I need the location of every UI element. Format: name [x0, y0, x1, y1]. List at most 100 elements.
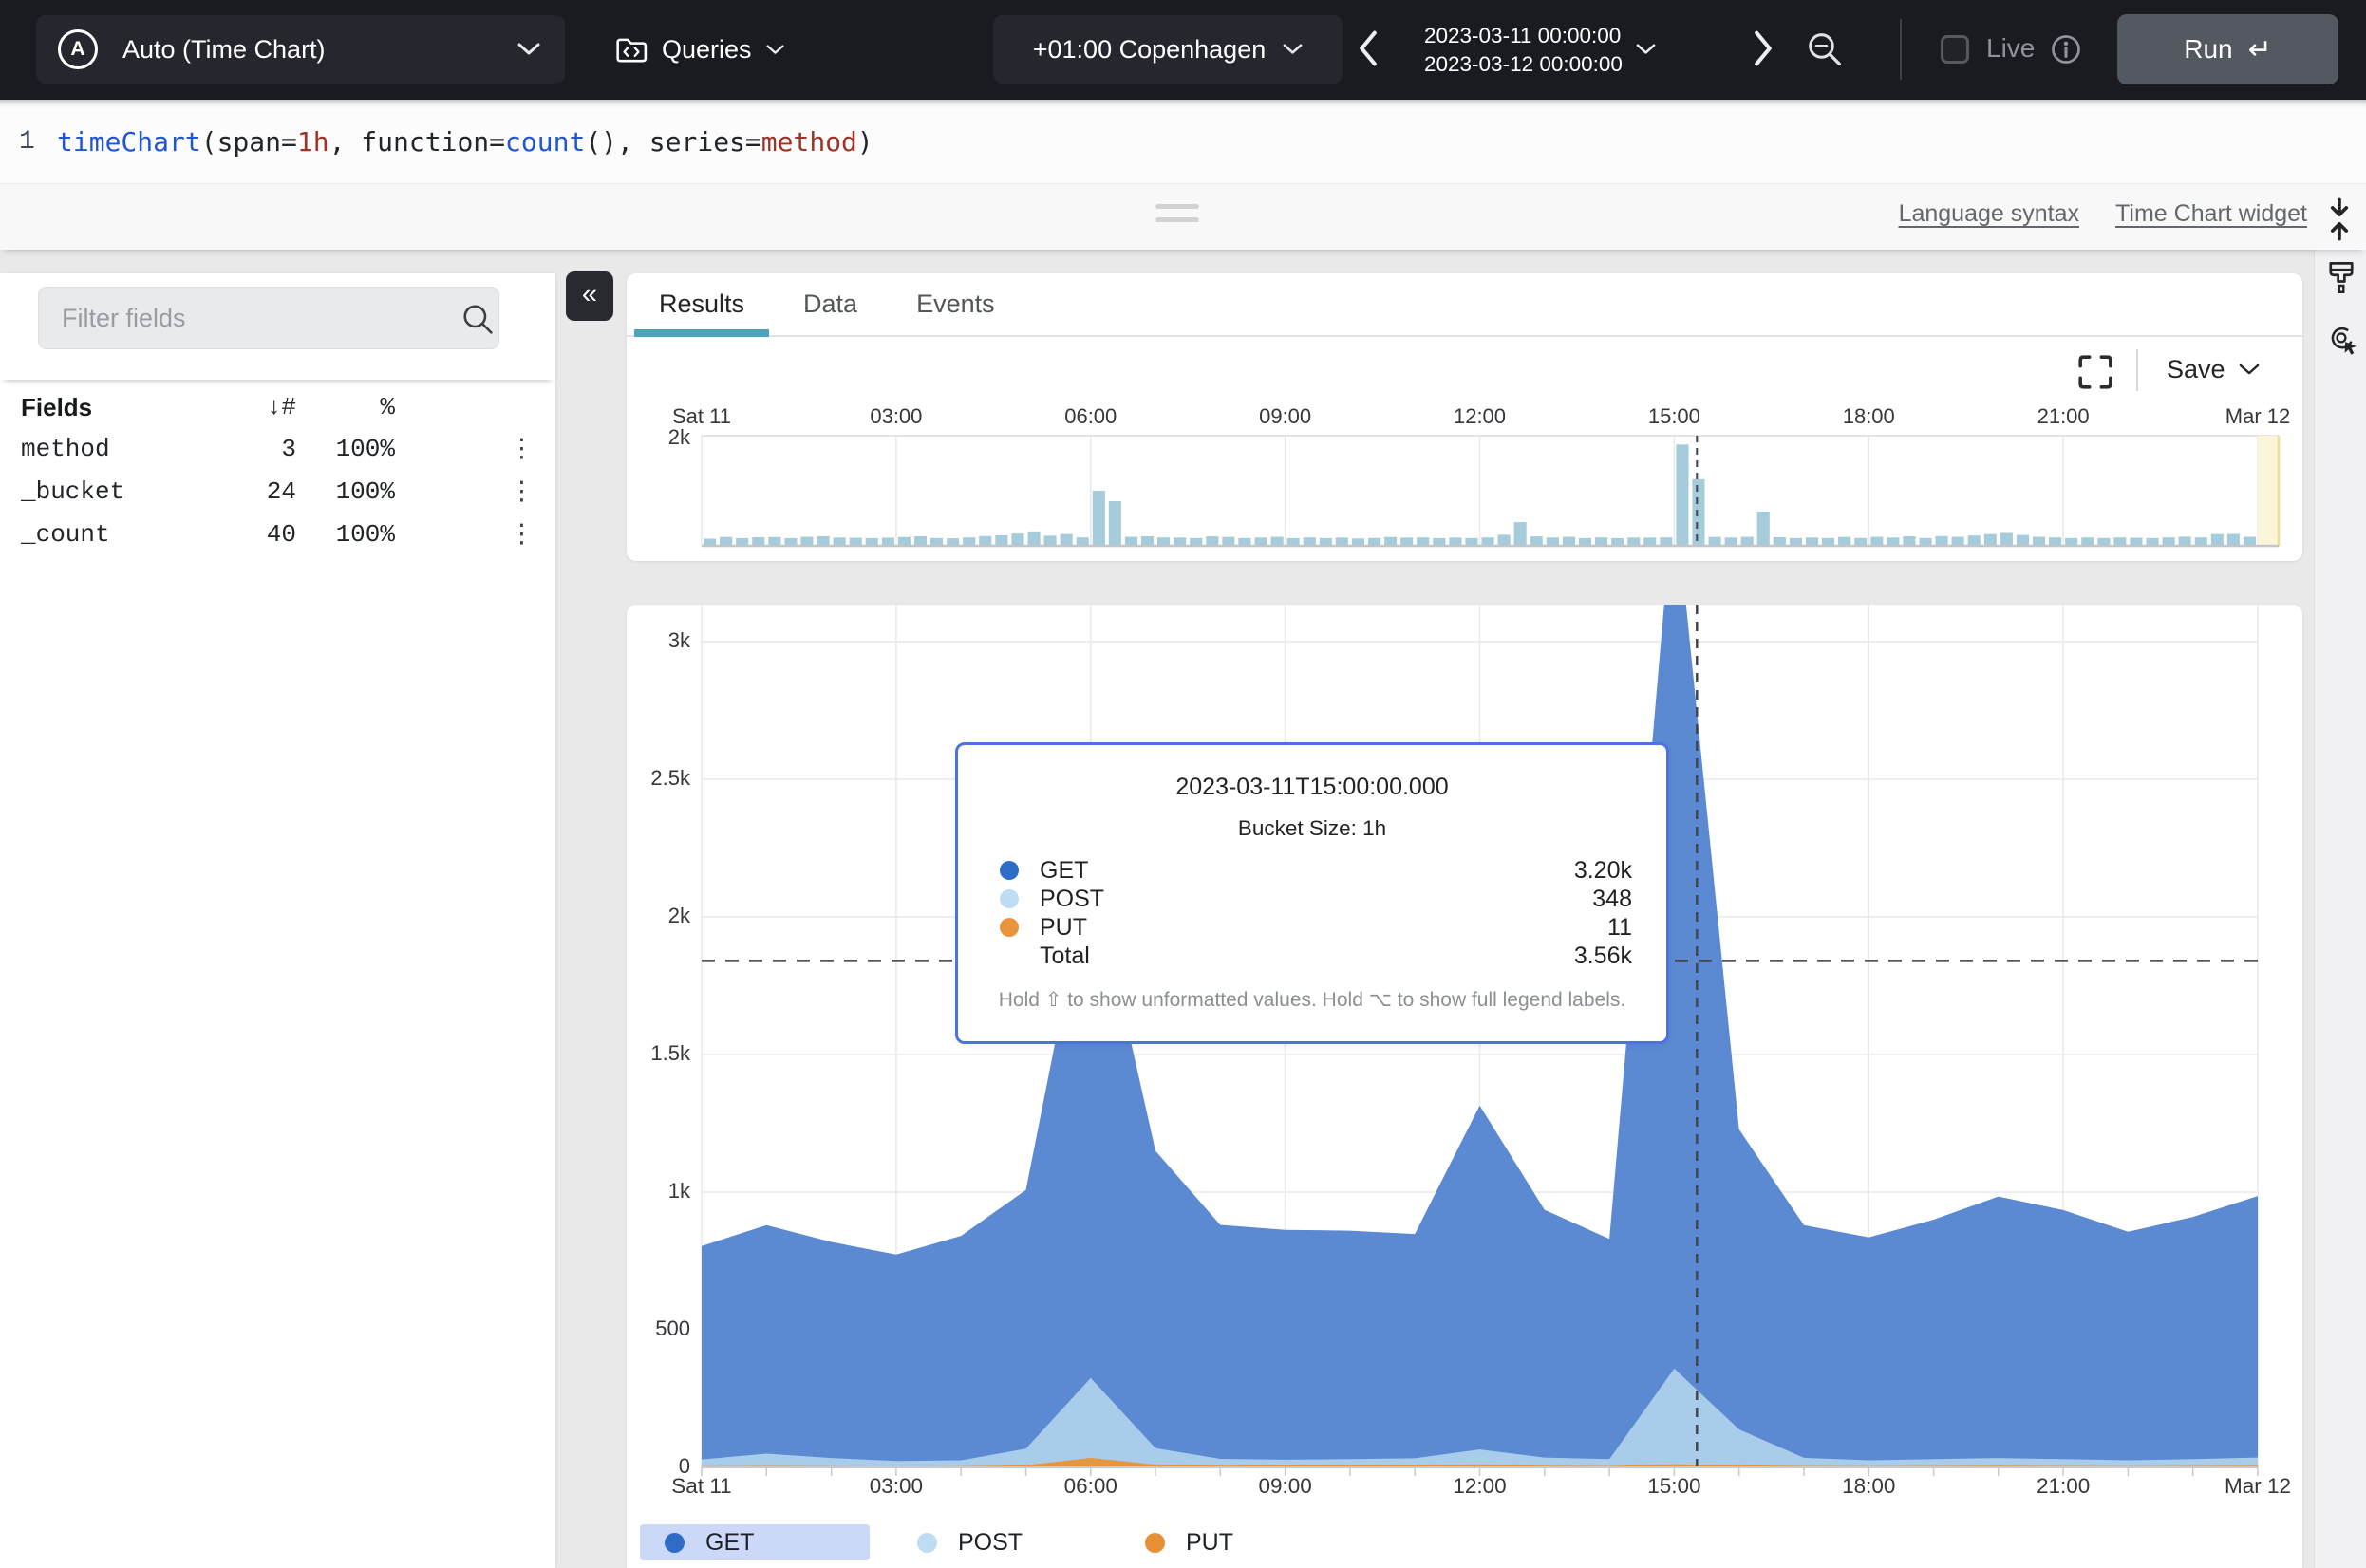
- mini-histogram[interactable]: [627, 430, 2302, 555]
- run-label: Run: [2184, 34, 2232, 65]
- legend-label: POST: [958, 1529, 1023, 1557]
- live-label: Live: [1986, 33, 2035, 64]
- field-name: method: [21, 435, 211, 463]
- chevron-down-icon: [1283, 44, 1303, 55]
- field-name: _count: [21, 520, 211, 549]
- field-count: 3: [281, 435, 296, 463]
- x-axis-label: Sat 11: [671, 1474, 731, 1499]
- field-row[interactable]: _count40100%⋮: [0, 513, 555, 555]
- toolbar-divider: [2136, 349, 2138, 391]
- collapse-sidebar-button[interactable]: «: [566, 271, 613, 321]
- legend-dot: [665, 1533, 685, 1553]
- tooltip-title: 2023-03-11T15:00:00.000: [958, 774, 1666, 801]
- tooltip-subtitle: Bucket Size: 1h: [958, 816, 1666, 841]
- field-count: 24: [267, 477, 296, 506]
- tooltip-row: POST348: [1000, 885, 1632, 913]
- timezone-label: +01:00 Copenhagen: [1033, 35, 1266, 65]
- x-axis-label: 15:00: [1647, 1474, 1700, 1499]
- legend-item-post[interactable]: POST: [892, 1524, 1122, 1560]
- code-token: count: [505, 126, 585, 158]
- style-brush-icon[interactable]: [2325, 260, 2357, 294]
- series-dot: [1000, 889, 1019, 908]
- fields-table: Fields ↓# % method3100%⋮_bucket24100%⋮_c…: [0, 387, 555, 555]
- logscale-search-screen: A Auto (Time Chart) Queries +01:00 Copen…: [0, 0, 2366, 1568]
- legend-item-get[interactable]: GET: [640, 1524, 870, 1560]
- kebab-menu-icon[interactable]: ⋮: [509, 434, 555, 463]
- fields-filter-section: [0, 273, 555, 380]
- results-card: ResultsDataEvents Save Sat 1103:0006:000…: [627, 273, 2302, 561]
- tooltip-series-label: GET: [1040, 857, 1574, 885]
- line-number: 1: [19, 127, 57, 157]
- query-editor[interactable]: 1 timeChart(span=1h, function=count(), s…: [0, 100, 2366, 183]
- time-range-selector[interactable]: 2023-03-11 00:00:00 2023-03-12 00:00:00: [1424, 15, 1656, 84]
- x-axis-label: 12:00: [1454, 404, 1506, 429]
- percent-header[interactable]: %: [380, 393, 395, 421]
- query-code: timeChart(span=1h, function=count(), ser…: [57, 126, 873, 158]
- results-tabs: ResultsDataEvents: [627, 273, 2302, 337]
- save-label: Save: [2167, 355, 2225, 384]
- legend-label: GET: [705, 1529, 754, 1557]
- tab-events[interactable]: Events: [892, 273, 1020, 335]
- filter-fields-input[interactable]: [38, 287, 499, 349]
- widget-type-label: Auto (Time Chart): [122, 35, 326, 65]
- fullscreen-icon[interactable]: [2077, 354, 2113, 390]
- code-token: timeChart: [57, 126, 201, 158]
- run-button[interactable]: Run ↵: [2117, 14, 2338, 84]
- tooltip-series-label: PUT: [1040, 914, 1607, 942]
- queries-menu-button[interactable]: Queries: [615, 15, 784, 84]
- code-token: (span=: [201, 126, 297, 158]
- chart-legend: GET POST PUT: [627, 1524, 2302, 1562]
- time-range-end: 2023-03-12 00:00:00: [1424, 51, 1623, 77]
- tooltip-row: Total3.56k: [1000, 942, 1632, 970]
- info-icon[interactable]: [2051, 34, 2081, 65]
- time-shift-forward-button[interactable]: [1753, 30, 1774, 69]
- legend-dot: [917, 1533, 937, 1553]
- tab-data[interactable]: Data: [779, 273, 882, 335]
- return-arrow-icon: ↵: [2248, 33, 2272, 66]
- sort-by-count-header[interactable]: ↓#: [267, 393, 296, 421]
- resize-handle[interactable]: [1155, 204, 1199, 231]
- series-dot: [1000, 861, 1019, 880]
- series-dot: [1000, 918, 1019, 937]
- kebab-menu-icon[interactable]: ⋮: [509, 476, 555, 506]
- collapse-editor-icon[interactable]: [2324, 197, 2355, 241]
- live-checkbox[interactable]: [1941, 35, 1969, 64]
- tooltip-series-value: 11: [1607, 914, 1632, 942]
- queries-folder-icon: [615, 36, 648, 64]
- code-token: , function=: [329, 126, 505, 158]
- field-percent: 100%: [336, 477, 395, 506]
- tab-results[interactable]: Results: [634, 273, 769, 335]
- time-chart[interactable]: [627, 605, 2302, 1487]
- x-axis-label: 06:00: [1064, 404, 1117, 429]
- timezone-selector[interactable]: +01:00 Copenhagen: [993, 15, 1343, 84]
- chevron-down-icon: [517, 43, 540, 56]
- x-axis-label: 03:00: [870, 404, 922, 429]
- tooltip-footer: Hold ⇧ to show unformatted values. Hold …: [958, 988, 1666, 1012]
- right-toolbar: [2314, 249, 2366, 1568]
- widget-type-selector[interactable]: A Auto (Time Chart): [36, 15, 565, 84]
- fields-sidebar: Fields ↓# % method3100%⋮_bucket24100%⋮_c…: [0, 273, 555, 1568]
- search-icon: [461, 303, 494, 335]
- auto-widget-icon: A: [58, 29, 98, 69]
- interaction-target-icon[interactable]: [2325, 323, 2359, 357]
- x-axis-label: Mar 12: [2225, 1474, 2291, 1499]
- topbar-divider: [1900, 19, 1902, 80]
- kebab-menu-icon[interactable]: ⋮: [509, 519, 555, 549]
- x-axis-label: 21:00: [2037, 404, 2090, 429]
- language-syntax-link[interactable]: Language syntax: [1899, 200, 2079, 228]
- zoom-out-icon[interactable]: [1806, 30, 1844, 71]
- chart-tooltip: 2023-03-11T15:00:00.000 Bucket Size: 1h …: [955, 742, 1669, 1044]
- time-chart-widget-link[interactable]: Time Chart widget: [2115, 200, 2307, 228]
- time-range-start: 2023-03-11 00:00:00: [1424, 23, 1623, 48]
- tooltip-series-value: 348: [1592, 886, 1632, 913]
- tooltip-row: GET3.20k: [1000, 856, 1632, 885]
- legend-dot: [1145, 1533, 1165, 1553]
- field-row[interactable]: _bucket24100%⋮: [0, 470, 555, 513]
- x-axis-label: 15:00: [1648, 404, 1700, 429]
- editor-footer-bar: Language syntax Time Chart widget: [0, 183, 2366, 250]
- legend-item-put[interactable]: PUT: [1120, 1524, 1350, 1560]
- save-button[interactable]: Save: [2167, 355, 2260, 384]
- time-shift-back-button[interactable]: [1358, 30, 1379, 69]
- x-axis: Sat 1103:0006:0009:0012:0015:0018:0021:0…: [627, 1474, 2302, 1503]
- field-row[interactable]: method3100%⋮: [0, 427, 555, 470]
